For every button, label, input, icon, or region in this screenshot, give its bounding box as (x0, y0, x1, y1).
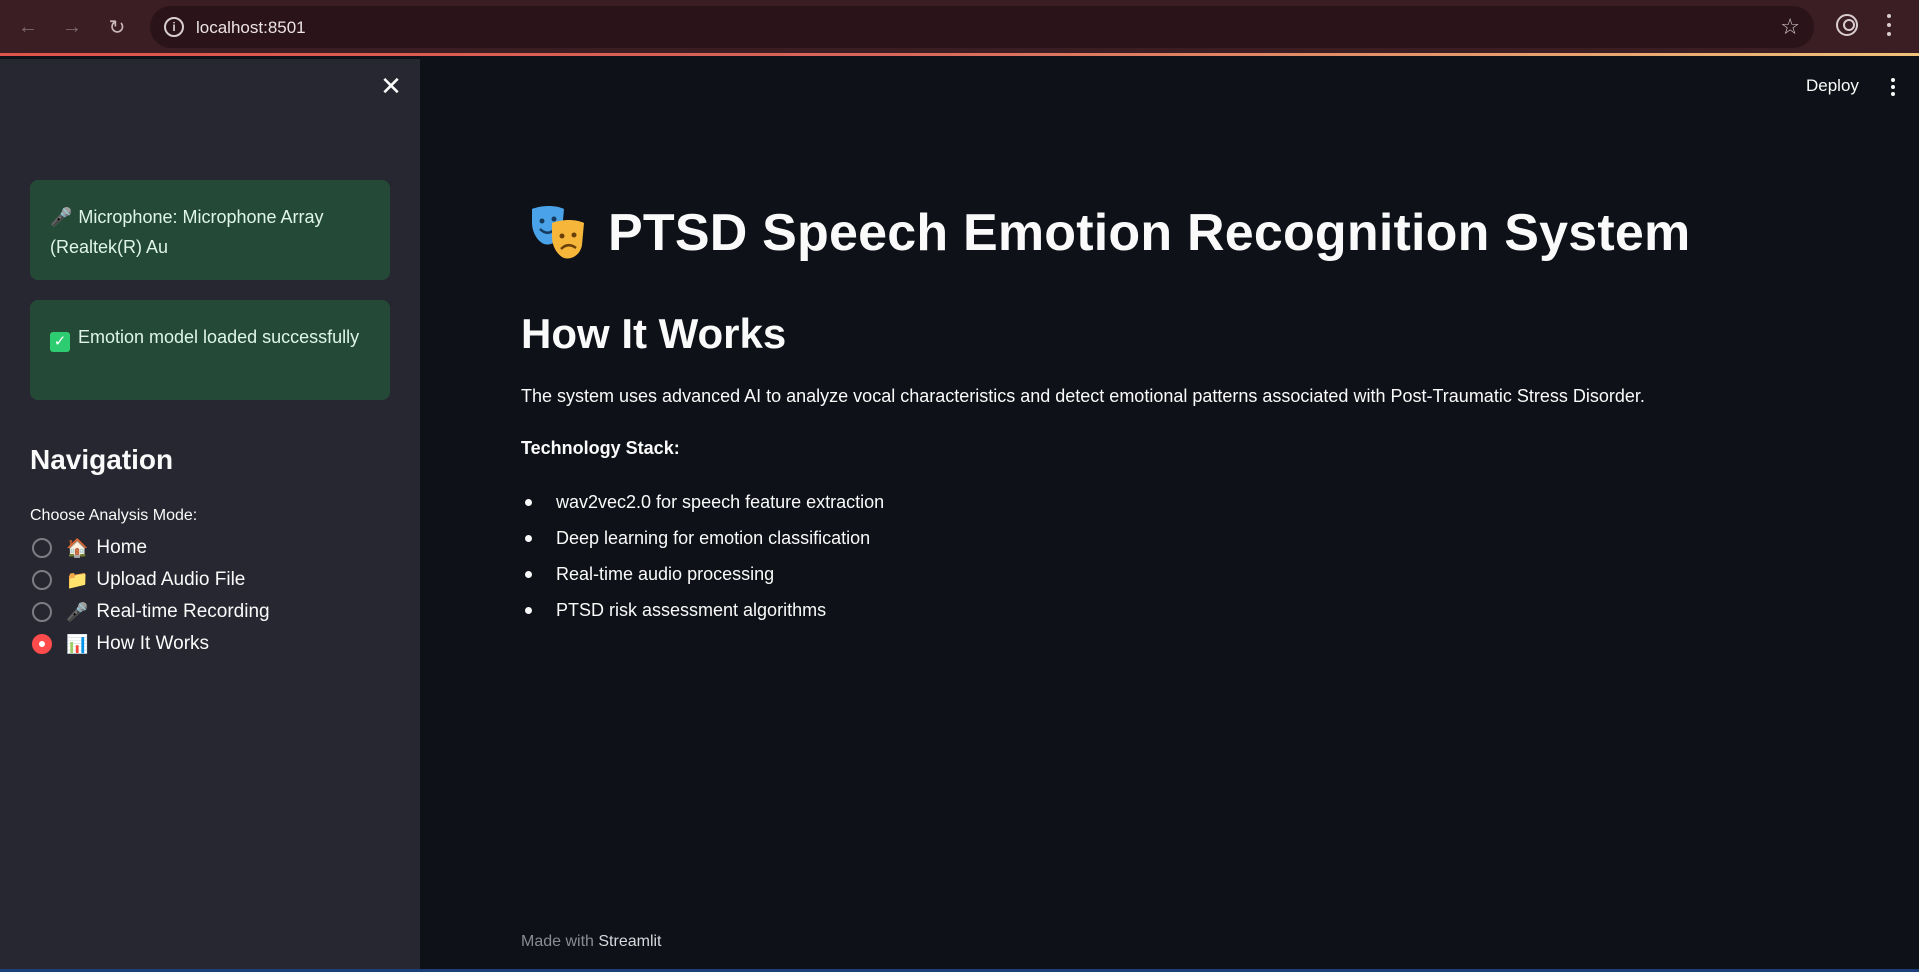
radio-button[interactable] (32, 602, 52, 622)
radio-option-label[interactable]: Upload Audio File (96, 569, 245, 591)
technology-stack-heading: Technology Stack: (521, 438, 680, 458)
bookmark-star-icon[interactable]: ☆ (1780, 14, 1800, 40)
radio-option-label[interactable]: Home (96, 537, 147, 559)
radio-option-how-it-works[interactable]: 📊 How It Works (30, 628, 270, 660)
address-bar[interactable]: i localhost:8501 ☆ (150, 6, 1814, 48)
sidebar: ✕ 🎤 Microphone: Microphone Array (Realtek… (0, 59, 420, 972)
reload-icon[interactable]: ↻ (99, 9, 135, 45)
radio-option-upload-audio[interactable]: 📁 Upload Audio File (30, 564, 270, 596)
deploy-button[interactable]: Deploy (1806, 76, 1859, 96)
forward-arrow-icon[interactable]: → (54, 9, 90, 45)
model-loaded-alert: ✓ Emotion model loaded successfully (30, 300, 390, 400)
app-title: PTSD Speech Emotion Recognition System (608, 204, 1691, 262)
house-icon: 🏠 (66, 537, 89, 558)
streamlit-link[interactable]: Streamlit (598, 933, 661, 950)
radio-option-label[interactable]: How It Works (96, 633, 209, 655)
radio-option-label[interactable]: Real-time Recording (96, 601, 269, 623)
model-loaded-alert-text: Emotion model loaded successfully (78, 327, 360, 347)
list-item: Real-time audio processing (521, 560, 884, 596)
close-sidebar-icon[interactable]: ✕ (378, 73, 404, 99)
radio-button[interactable] (32, 538, 52, 558)
microphone-icon: 🎤 (66, 601, 89, 622)
microphone-alert-text: Microphone: Microphone Array (Realtek(R)… (50, 207, 324, 257)
description-text: The system uses advanced AI to analyze v… (521, 386, 1645, 406)
radio-option-home[interactable]: 🏠 Home (30, 532, 270, 564)
section-heading: How It Works (521, 310, 787, 357)
browser-menu-icon[interactable] (1884, 12, 1894, 38)
radio-button-selected[interactable] (32, 634, 52, 654)
url-text[interactable]: localhost:8501 (196, 18, 306, 38)
analysis-mode-radio-group: 🏠 Home 📁 Upload Audio File 🎤 Real-time R… (30, 532, 270, 660)
performing-arts-masks-icon (532, 206, 584, 259)
list-item: Deep learning for emotion classification (521, 524, 884, 560)
microphone-alert: 🎤 Microphone: Microphone Array (Realtek(R… (30, 180, 390, 280)
navigation-heading: Navigation (30, 444, 174, 475)
list-item: PTSD risk assessment algorithms (521, 596, 884, 632)
analysis-mode-label: Choose Analysis Mode: (30, 507, 198, 524)
radio-button[interactable] (32, 570, 52, 590)
footer: Made with Streamlit (521, 933, 662, 951)
app-menu-icon[interactable] (1888, 76, 1898, 98)
bar-chart-icon: 📊 (66, 633, 89, 654)
technology-stack-list: wav2vec2.0 for speech feature extraction… (521, 488, 884, 632)
folder-icon: 📁 (66, 569, 89, 590)
browser-toolbar: ← → ↻ i localhost:8501 ☆ (0, 0, 1919, 56)
site-info-icon[interactable]: i (164, 17, 184, 37)
check-icon: ✓ (50, 332, 70, 352)
page-title: PTSD Speech Emotion Recognition System (528, 203, 1690, 263)
back-arrow-icon[interactable]: ← (10, 9, 46, 45)
radio-option-realtime-recording[interactable]: 🎤 Real-time Recording (30, 596, 270, 628)
list-item: wav2vec2.0 for speech feature extraction (521, 488, 884, 524)
footer-prefix: Made with (521, 933, 594, 950)
profile-icon[interactable] (1836, 14, 1858, 36)
microphone-icon: 🎤 (50, 207, 73, 227)
